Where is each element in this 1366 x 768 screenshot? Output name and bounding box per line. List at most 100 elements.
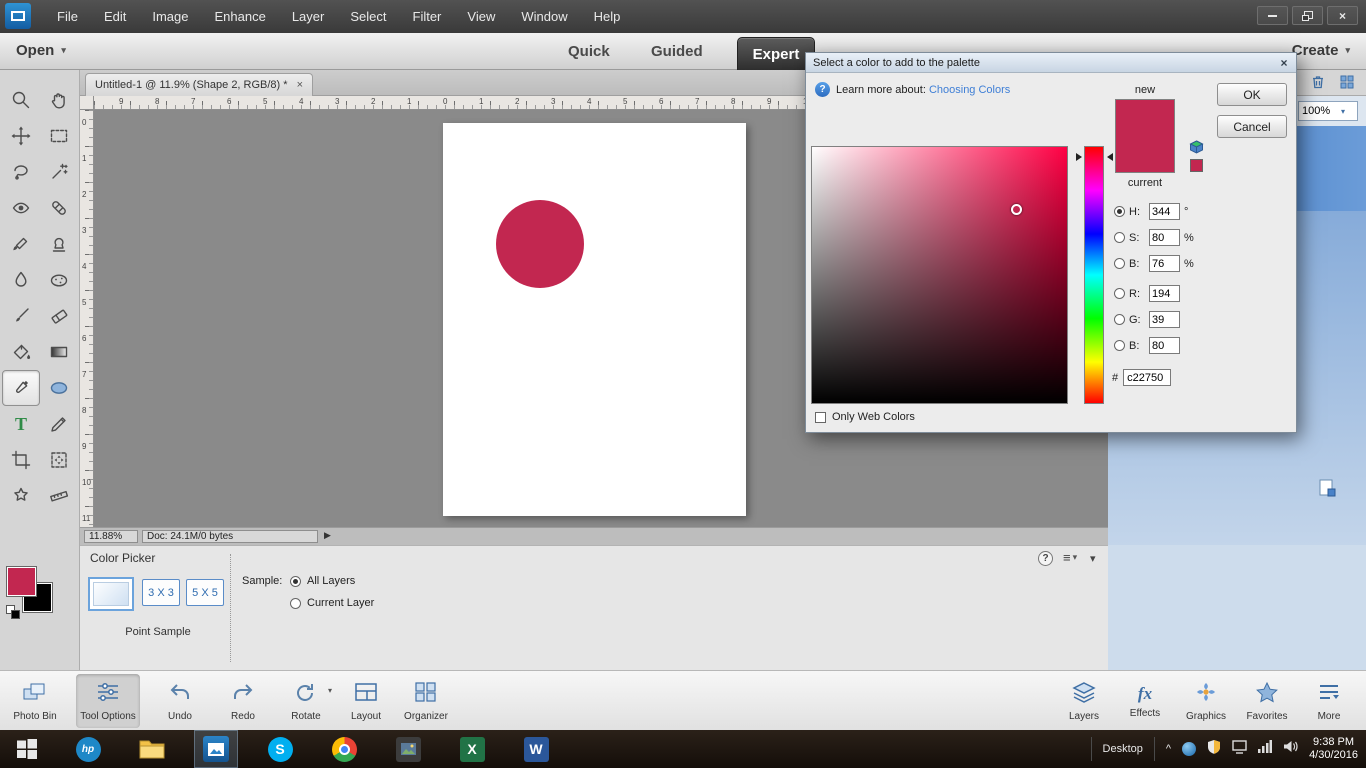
brightness-input[interactable]	[1149, 255, 1180, 272]
tray-chevron-up-icon[interactable]: ^	[1166, 743, 1171, 755]
tray-network-sphere-icon[interactable]	[1182, 742, 1196, 756]
menu-layer[interactable]: Layer	[279, 0, 338, 33]
taskbar-chrome-icon[interactable]	[322, 730, 366, 768]
red-input[interactable]	[1149, 285, 1180, 302]
shape-tool[interactable]	[40, 370, 78, 406]
saturation-radio[interactable]	[1114, 232, 1125, 243]
crop-tool[interactable]	[2, 442, 40, 478]
taskbar-word-icon[interactable]: W	[514, 730, 558, 768]
only-web-colors-checkbox[interactable]: Only Web Colors	[815, 411, 915, 423]
clone-stamp-tool[interactable]	[40, 226, 78, 262]
tray-display-icon[interactable]	[1232, 740, 1247, 759]
green-input[interactable]	[1149, 311, 1180, 328]
spot-healing-tool[interactable]	[40, 190, 78, 226]
straighten-tool[interactable]	[40, 478, 78, 514]
layout-button[interactable]: Layout	[334, 674, 398, 728]
brightness-radio[interactable]	[1114, 258, 1125, 269]
open-button[interactable]: Open ▾	[16, 42, 66, 59]
blue-radio[interactable]	[1114, 340, 1125, 351]
caret-down-icon[interactable]: ▾	[1341, 107, 1345, 116]
web-safe-swatch[interactable]	[1190, 159, 1203, 172]
menu-help[interactable]: Help	[581, 0, 634, 33]
blur-tool[interactable]	[2, 262, 40, 298]
taskbar-photo-viewer-icon[interactable]	[386, 730, 430, 768]
taskbar-skype-icon[interactable]: S	[258, 730, 302, 768]
rotate-button[interactable]: Rotate ▾	[274, 674, 338, 728]
gamut-cube-icon[interactable]	[1189, 140, 1204, 158]
hex-input[interactable]	[1123, 369, 1171, 386]
red-radio[interactable]	[1114, 288, 1125, 299]
trash-icon[interactable]	[1310, 74, 1326, 95]
tray-security-shield-icon[interactable]	[1207, 739, 1221, 759]
tray-signal-icon[interactable]	[1258, 740, 1272, 758]
menu-select[interactable]: Select	[337, 0, 399, 33]
taskbar-excel-icon[interactable]: X	[450, 730, 494, 768]
more-button[interactable]: More	[1297, 674, 1361, 728]
hue-radio[interactable]	[1114, 206, 1125, 217]
start-button[interactable]	[0, 730, 54, 768]
tab-guided[interactable]: Guided	[651, 43, 703, 60]
menu-enhance[interactable]: Enhance	[202, 0, 279, 33]
eraser-tool[interactable]	[40, 298, 78, 334]
photo-bin-button[interactable]: Photo Bin	[3, 674, 67, 728]
organizer-button[interactable]: Organizer	[394, 674, 458, 728]
menu-file[interactable]: File	[44, 0, 91, 33]
sample-size-3x3-button[interactable]: 3 X 3	[142, 579, 180, 606]
cancel-button[interactable]: Cancel	[1217, 115, 1287, 138]
sample-size-5x5-button[interactable]: 5 X 5	[186, 579, 224, 606]
gradient-tool[interactable]	[40, 334, 78, 370]
current-layer-radio[interactable]: Current Layer	[290, 597, 374, 609]
undo-button[interactable]: Undo	[148, 674, 212, 728]
swatch-grid-icon[interactable]	[1340, 75, 1354, 94]
green-radio[interactable]	[1114, 314, 1125, 325]
hue-slider-arrow-right[interactable]	[1107, 153, 1113, 161]
close-button[interactable]: ×	[1327, 6, 1358, 25]
sample-size-1x1-swatch[interactable]	[88, 577, 134, 611]
choosing-colors-link[interactable]: Choosing Colors	[929, 84, 1010, 96]
status-menu-arrow-icon[interactable]: ▶	[324, 530, 331, 541]
hue-slider[interactable]	[1084, 146, 1104, 404]
menu-edit[interactable]: Edit	[91, 0, 139, 33]
hand-tool[interactable]	[40, 82, 78, 118]
saturation-input[interactable]	[1149, 229, 1180, 246]
restore-button[interactable]	[1292, 6, 1323, 25]
saturation-brightness-field[interactable]	[811, 146, 1068, 404]
foreground-color-swatch[interactable]	[7, 567, 36, 596]
move-tool[interactable]	[2, 118, 40, 154]
create-button[interactable]: Create ▾	[1292, 42, 1350, 59]
collapse-panel-icon[interactable]: ▾	[1090, 552, 1096, 565]
recompose-tool[interactable]	[40, 442, 78, 478]
hue-slider-arrow-left[interactable]	[1076, 153, 1082, 161]
zoom-level-field[interactable]: 11.88%	[84, 530, 138, 543]
help-icon[interactable]: ?	[1038, 551, 1053, 566]
document-tab[interactable]: Untitled-1 @ 11.9% (Shape 2, RGB/8) * ×	[85, 73, 313, 96]
red-eye-tool[interactable]	[2, 190, 40, 226]
zoom-tool[interactable]	[2, 82, 40, 118]
quick-selection-tool[interactable]	[40, 154, 78, 190]
sponge-tool[interactable]	[40, 262, 78, 298]
type-tool[interactable]: T	[2, 406, 40, 442]
menu-window[interactable]: Window	[508, 0, 580, 33]
favorites-button[interactable]: Favorites	[1235, 674, 1299, 728]
cookie-cutter-tool[interactable]	[2, 478, 40, 514]
taskbar-hp-icon[interactable]: hp	[66, 730, 110, 768]
menu-image[interactable]: Image	[139, 0, 201, 33]
panel-item-icon[interactable]	[1318, 479, 1336, 502]
desktop-toolbar-label[interactable]: Desktop	[1103, 743, 1143, 755]
panel-zoom-input[interactable]: ▾	[1298, 101, 1358, 121]
blue-input[interactable]	[1149, 337, 1180, 354]
color-field-cursor[interactable]	[1011, 204, 1022, 215]
layers-button[interactable]: Layers	[1052, 674, 1116, 728]
menu-filter[interactable]: Filter	[400, 0, 455, 33]
tray-volume-icon[interactable]	[1283, 740, 1298, 758]
taskbar-clock[interactable]: 9:38 PM 4/30/2016	[1309, 736, 1358, 762]
default-colors-icon[interactable]	[6, 605, 22, 621]
all-layers-radio[interactable]: All Layers	[290, 575, 355, 587]
brush-tool[interactable]	[2, 298, 40, 334]
tab-quick[interactable]: Quick	[568, 43, 610, 60]
current-color-swatch[interactable]	[1116, 146, 1174, 172]
help-icon[interactable]: ?	[815, 82, 830, 97]
tab-expert[interactable]: Expert	[737, 37, 815, 70]
tab-close-icon[interactable]: ×	[297, 79, 303, 91]
menu-view[interactable]: View	[454, 0, 508, 33]
